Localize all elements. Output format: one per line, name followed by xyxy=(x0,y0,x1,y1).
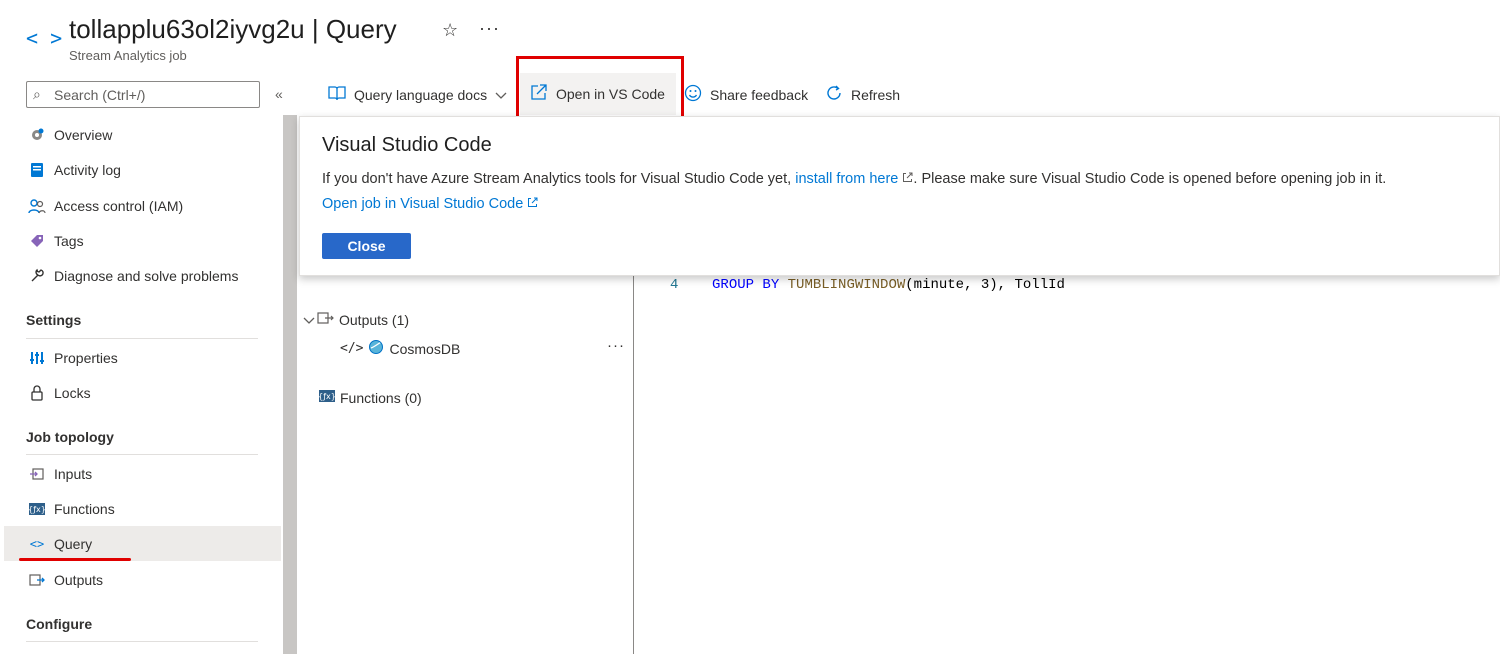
sidebar-item-properties[interactable]: Properties xyxy=(4,340,281,375)
favorite-star-icon[interactable]: ☆ xyxy=(442,20,458,41)
svg-text:{ƒx}: {ƒx} xyxy=(318,392,336,401)
open-job-link[interactable]: Open job in Visual Studio Code xyxy=(322,196,538,212)
code-icon: </> xyxy=(340,341,364,356)
activity-log-icon xyxy=(26,162,48,178)
external-link-icon xyxy=(903,172,913,182)
install-link-text: install from here xyxy=(795,171,899,187)
overview-gear-icon xyxy=(26,127,48,143)
smiley-icon xyxy=(684,84,702,107)
sidebar-item-label: Functions xyxy=(54,500,115,517)
section-configure: Configure xyxy=(26,616,93,632)
code-keyword: GROUP BY xyxy=(712,277,780,293)
sidebar-item-query[interactable]: <> Query xyxy=(4,526,281,561)
svg-text:{ƒx}: {ƒx} xyxy=(28,505,46,514)
sidebar-item-label: Overview xyxy=(54,126,113,143)
cosmosdb-icon xyxy=(368,339,384,358)
toolbar-label: Refresh xyxy=(851,87,901,103)
tree-node-outputs[interactable]: Outputs (1) xyxy=(303,311,409,328)
sidebar-item-label: Access control (IAM) xyxy=(54,197,184,214)
book-icon xyxy=(328,85,346,106)
section-divider xyxy=(26,338,258,339)
callout-body: If you don't have Azure Stream Analytics… xyxy=(322,167,1492,217)
query-highlight-underline xyxy=(19,558,131,561)
sidebar-item-label: Outputs xyxy=(54,571,104,588)
section-divider xyxy=(26,641,258,642)
section-divider xyxy=(26,454,258,455)
external-link-icon xyxy=(528,197,538,207)
sidebar-scrollbar[interactable] xyxy=(283,115,297,654)
people-icon xyxy=(26,198,48,214)
query-editor-line[interactable]: 4 GROUP BY TUMBLINGWINDOW(minute, 3), To… xyxy=(670,277,1065,293)
search-icon: ⌕ xyxy=(33,86,41,102)
sidebar-item-overview[interactable]: Overview xyxy=(4,117,281,152)
callout-text-suffix: . Please make sure Visual Studio Code is… xyxy=(913,171,1387,187)
page-subtitle: Stream Analytics job xyxy=(69,48,187,63)
lock-icon xyxy=(26,384,48,401)
tree-label: Functions (0) xyxy=(340,389,422,406)
search-placeholder: Search (Ctrl+/) xyxy=(54,87,146,103)
share-feedback-button[interactable]: Share feedback xyxy=(684,82,808,108)
query-docs-button[interactable]: Query language docs xyxy=(328,82,507,108)
toolbar-label: Query language docs xyxy=(354,87,488,103)
tree-label: Outputs (1) xyxy=(339,311,410,328)
open-job-link-text: Open job in Visual Studio Code xyxy=(322,196,524,212)
sidebar-item-locks[interactable]: Locks xyxy=(4,375,281,410)
more-options-icon[interactable]: ··· xyxy=(479,18,500,39)
section-job-topology: Job topology xyxy=(26,429,114,445)
vscode-highlight-box xyxy=(516,56,684,125)
sidebar-item-label: Activity log xyxy=(54,161,121,178)
sidebar-item-outputs[interactable]: Outputs xyxy=(4,562,281,597)
tag-icon xyxy=(26,233,48,249)
tree-label: CosmosDB xyxy=(389,340,461,357)
functions-icon: {ƒx} xyxy=(26,502,48,516)
refresh-button[interactable]: Refresh xyxy=(825,82,900,108)
callout-text-prefix: If you don't have Azure Stream Analytics… xyxy=(322,171,796,187)
editor-divider xyxy=(633,276,634,654)
collapse-sidebar-icon[interactable]: « xyxy=(275,86,283,102)
code-function: TUMBLINGWINDOW xyxy=(787,277,906,293)
callout-title: Visual Studio Code xyxy=(322,134,492,156)
properties-icon xyxy=(26,350,48,366)
code-args: (minute, 3), TollId xyxy=(905,277,1065,293)
tree-node-functions[interactable]: {ƒx} Functions (0) xyxy=(318,389,422,406)
section-settings: Settings xyxy=(26,312,82,328)
sidebar-item-functions[interactable]: {ƒx} Functions xyxy=(4,491,281,526)
sidebar-item-tags[interactable]: Tags xyxy=(4,223,281,258)
chevron-down-icon xyxy=(495,87,507,103)
line-number: 4 xyxy=(670,277,679,293)
sidebar-item-label: Tags xyxy=(54,232,84,249)
sidebar-item-label: Locks xyxy=(54,384,91,401)
outputs-icon xyxy=(26,573,48,587)
sidebar-item-inputs[interactable]: Inputs xyxy=(4,456,281,491)
functions-icon: {ƒx} xyxy=(318,389,336,406)
sidebar-item-label: Query xyxy=(54,535,93,552)
close-button[interactable]: Close xyxy=(322,233,411,259)
more-options-icon[interactable]: ··· xyxy=(607,337,625,354)
sidebar-item-label: Properties xyxy=(54,349,118,366)
install-link[interactable]: install from here xyxy=(795,171,913,187)
inputs-icon xyxy=(26,467,48,481)
toolbar-label: Share feedback xyxy=(710,87,809,103)
sidebar-item-label: Diagnose and solve problems xyxy=(54,267,239,284)
page-title: tollapplu63ol2iyvg2u | Query xyxy=(69,14,397,44)
sidebar-item-diagnose[interactable]: Diagnose and solve problems xyxy=(4,258,281,293)
sidebar-item-iam[interactable]: Access control (IAM) xyxy=(4,188,281,223)
chevron-down-icon xyxy=(303,312,315,328)
refresh-icon xyxy=(825,84,843,107)
vscode-callout: Visual Studio Code If you don't have Azu… xyxy=(299,116,1500,276)
query-icon: <> xyxy=(29,536,45,551)
tree-node-cosmosdb[interactable]: </> CosmosDB xyxy=(340,339,460,358)
query-blade-icon: < > xyxy=(26,26,63,50)
portal-page: < > tollapplu63ol2iyvg2u | Query Stream … xyxy=(0,0,1500,654)
sidebar-item-label: Inputs xyxy=(54,465,93,482)
sidebar-item-activity-log[interactable]: Activity log xyxy=(4,152,281,187)
wrench-icon xyxy=(26,268,48,284)
sidebar-search-input[interactable]: ⌕ Search (Ctrl+/) xyxy=(26,81,260,108)
outputs-icon xyxy=(317,311,335,328)
